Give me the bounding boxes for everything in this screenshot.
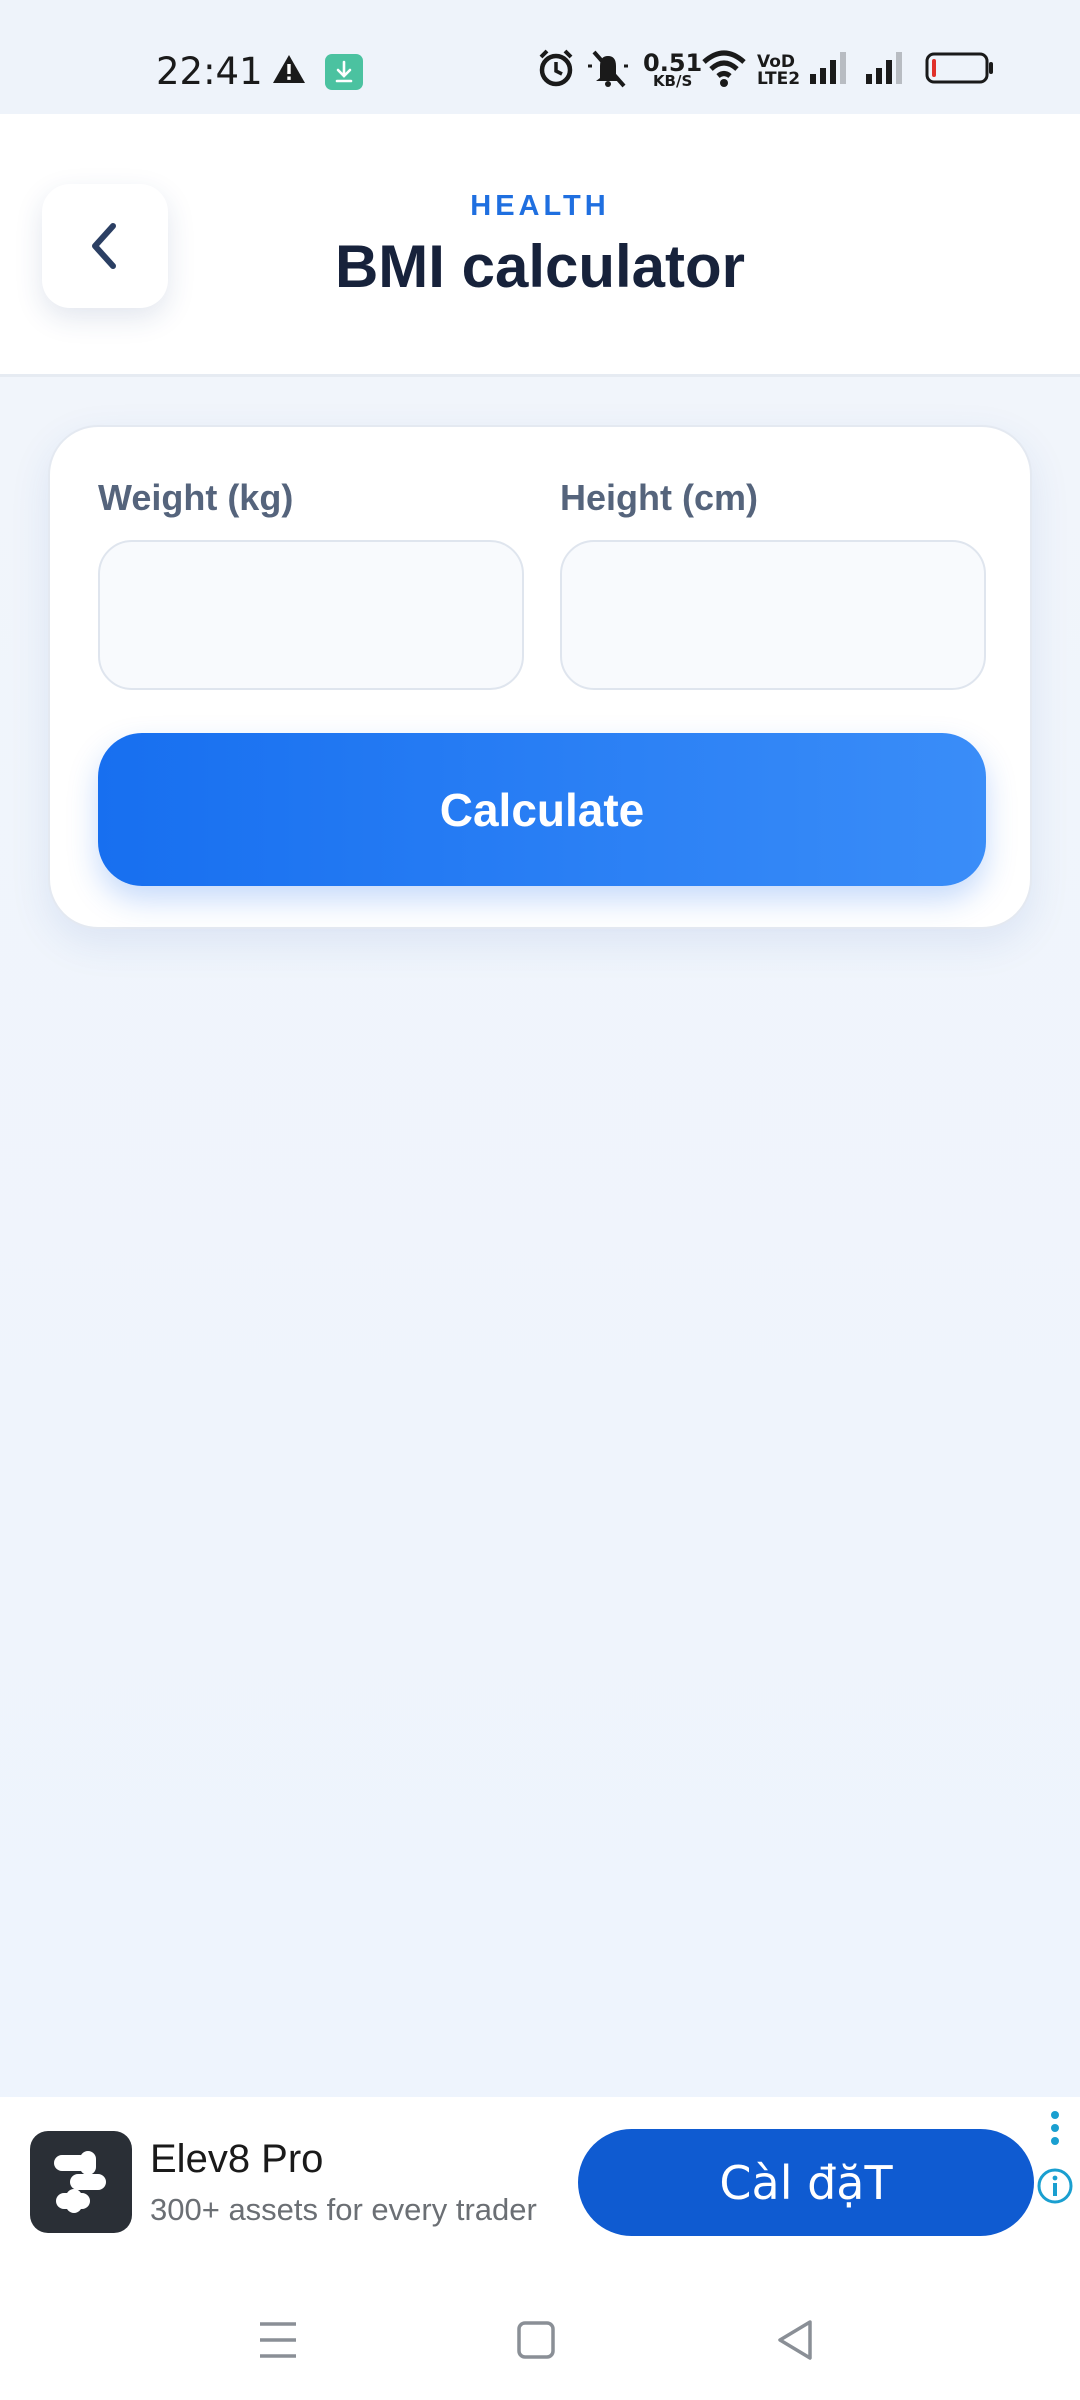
status-time: 22:41 — [156, 50, 263, 93]
header: HEALTH BMI calculator — [0, 114, 1080, 377]
status-bar: 22:41 0.51 KB/S VoD LTE2 — [0, 0, 1080, 114]
network-speed: 0.51 KB/S — [643, 49, 703, 89]
bmi-form-card: Weight (kg) Height (cm) Calculate — [48, 425, 1032, 929]
home-icon[interactable] — [506, 2310, 566, 2370]
weight-input[interactable] — [98, 540, 524, 690]
download-icon — [325, 54, 363, 90]
warning-icon — [273, 55, 305, 83]
speed-value: 0.51 — [643, 49, 703, 77]
ad-app-name: Elev8 Pro — [150, 2137, 324, 2181]
more-vert-icon[interactable] — [1046, 2109, 1064, 2155]
signal-icon — [810, 52, 846, 84]
ad-banner[interactable]: Elev8 Pro 300+ assets for every trader C… — [0, 2097, 1080, 2272]
ad-tagline: 300+ assets for every trader — [150, 2192, 537, 2227]
alarm-icon — [539, 49, 573, 87]
section-eyebrow: HEALTH — [470, 190, 610, 222]
ad-install-button[interactable]: Càl đặT — [578, 2129, 1034, 2236]
mute-icon — [588, 50, 628, 88]
height-input[interactable] — [560, 540, 986, 690]
ad-app-logo — [30, 2131, 132, 2233]
menu-icon[interactable] — [248, 2310, 308, 2370]
height-label: Height (cm) — [560, 477, 758, 518]
page-title: BMI calculator — [334, 233, 746, 300]
volte-bottom: LTE2 — [757, 69, 801, 89]
wifi-icon — [702, 50, 746, 87]
volte-indicator: VoD LTE2 — [757, 54, 800, 88]
elev8-logo-icon — [54, 2151, 106, 2213]
signal-icon-2 — [866, 52, 902, 84]
back-icon[interactable] — [766, 2310, 826, 2370]
system-nav-bar — [0, 2272, 1080, 2400]
info-icon[interactable] — [1036, 2167, 1074, 2205]
calculate-button[interactable]: Calculate — [98, 733, 986, 886]
weight-label: Weight (kg) — [98, 477, 294, 518]
battery-icon — [925, 52, 993, 84]
main-content: Weight (kg) Height (cm) Calculate — [0, 377, 1080, 2097]
